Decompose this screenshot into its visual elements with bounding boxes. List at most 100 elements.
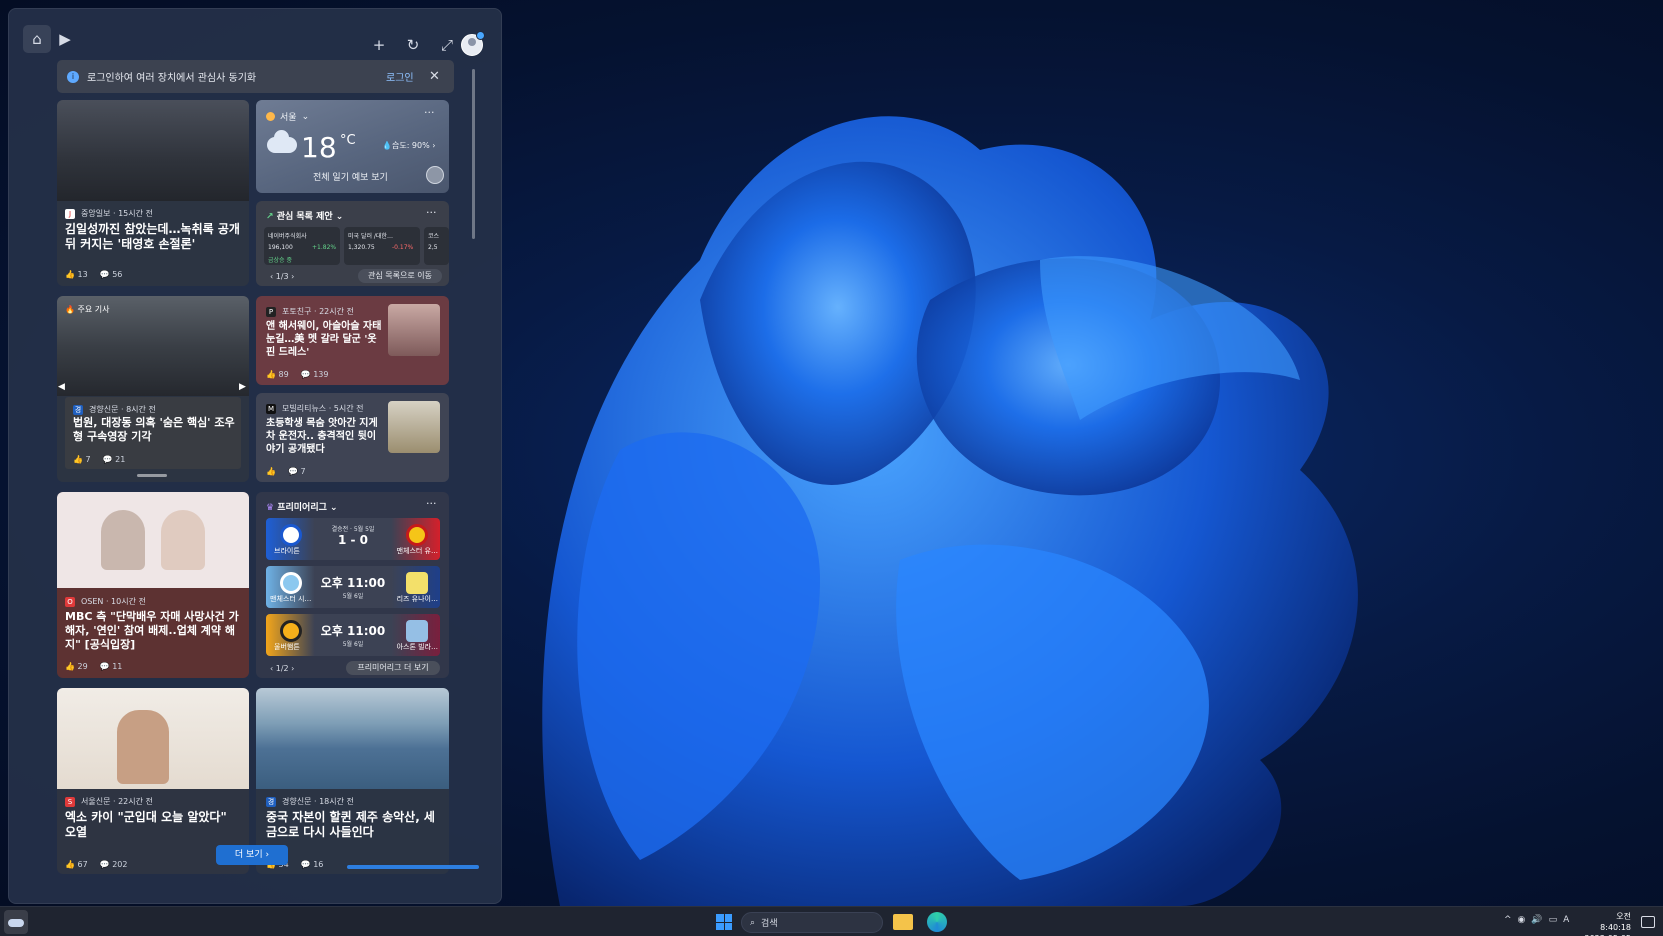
see-more-button[interactable]: 더 보기 ›	[216, 845, 288, 865]
news-source: P 포토친구 · 22시간 전	[266, 306, 354, 317]
comment-count-value: 7	[300, 467, 306, 476]
news-thumbnail	[388, 401, 440, 453]
source-label: 경향신문 · 18시간 전	[282, 797, 354, 806]
news-card[interactable]: P 포토친구 · 22시간 전 앤 해서웨이, 아슬아슬 자태 눈길…美 멧 갈…	[256, 296, 449, 385]
like-count[interactable]: 👍 29	[65, 662, 88, 671]
news-photo	[57, 688, 249, 789]
refresh-button[interactable]: ↻	[399, 31, 427, 59]
chevron-left-icon[interactable]: ◀	[58, 382, 65, 392]
news-headline[interactable]: 중국 자본이 할퀸 제주 송악산, 세금으로 다시 사들인다	[266, 810, 442, 840]
chevron-up-icon[interactable]: ^	[1504, 915, 1512, 925]
man-united-logo-icon	[406, 524, 428, 546]
more-options-icon[interactable]: ···	[426, 497, 437, 510]
comment-count[interactable]: 💬 139	[301, 370, 329, 379]
watchlist-pager[interactable]: ‹ 1/3 ›	[270, 272, 294, 281]
news-card[interactable]: O OSEN · 10시간 전 MBC 측 "단막배우 자매 사망사건 가해자,…	[57, 492, 249, 678]
top-story-card[interactable]: 🔥 주요 기사 ◀ ▶ 경 경향신문 · 8시간 전 법원, 대장동 의혹 '숨…	[57, 296, 249, 482]
comment-count-value: 56	[112, 270, 123, 279]
like-count[interactable]: 👍 13	[65, 270, 88, 279]
comment-count[interactable]: 💬 56	[100, 270, 123, 279]
comment-count[interactable]: 💬 11	[100, 662, 123, 671]
premier-league-more-button[interactable]: 프리미어리그 더 보기	[346, 661, 440, 675]
premier-league-title[interactable]: ♛ 프리미어리그 ⌄	[266, 500, 338, 513]
see-more-label: 더 보기	[234, 850, 263, 860]
actor-photo	[101, 510, 145, 570]
network-icon[interactable]: ◉	[1518, 915, 1526, 925]
story-text-box: 경 경향신문 · 8시간 전 법원, 대장동 의혹 '숨은 핵심' 조우형 구속…	[65, 397, 241, 469]
close-icon[interactable]: ✕	[429, 69, 440, 84]
clock[interactable]: 오전 8:40:18 2023-05-05	[1583, 911, 1632, 936]
forecast-link[interactable]: 전체 일기 예보 보기	[313, 170, 388, 183]
login-link[interactable]: 로그인	[386, 69, 414, 84]
news-headline[interactable]: 김일성까진 참았는데…녹취록 공개 뒤 커지는 '태영호 손절론'	[65, 222, 241, 252]
source-label: 경향신문 · 8시간 전	[89, 405, 156, 414]
news-card[interactable]: J 중앙일보 · 15시간 전 김일성까진 참았는데…녹취록 공개 뒤 커지는 …	[57, 100, 249, 286]
like-count[interactable]: 👍 67	[65, 860, 88, 869]
match-row[interactable]: 울버햄튼 오후 11:00 5월 6일 아스톤 빌라…	[266, 614, 440, 656]
sun-icon	[266, 112, 275, 121]
notification-icon[interactable]	[1641, 916, 1655, 928]
weather-widget[interactable]: 서울 ⌄ ··· 18 °C 💧습도: 90% › 전체 일기 예보 보기	[256, 100, 449, 193]
humidity[interactable]: 💧습도: 90% ›	[382, 140, 435, 151]
pager-label: 1/3	[275, 272, 289, 281]
taskbar-search[interactable]: ⌕ 검색	[741, 912, 883, 933]
stock-tile[interactable]: 미국 달러 /대한… 1,320.75 -0.17%	[344, 227, 420, 265]
source-logo-icon: J	[65, 208, 75, 219]
home-icon[interactable]: ⌂	[23, 25, 51, 53]
premier-league-widget[interactable]: ♛ 프리미어리그 ⌄ ··· 브라이튼 결승전 · 5월 5일 1 - 0 맨체…	[256, 492, 449, 678]
display-icon[interactable]: ▭	[1549, 915, 1558, 925]
news-source: S 서울신문 · 22시간 전	[65, 796, 153, 807]
video-icon[interactable]: ▶	[51, 25, 79, 53]
volume-icon[interactable]: 🔊	[1531, 915, 1542, 925]
more-options-icon[interactable]: ···	[426, 206, 437, 219]
like-count[interactable]: 👍	[266, 467, 276, 476]
watchlist-title[interactable]: ↗ 관심 목록 제안 ⌄	[266, 209, 343, 222]
match-row[interactable]: 브라이튼 결승전 · 5월 5일 1 - 0 맨체스터 유…	[266, 518, 440, 560]
carousel-dots[interactable]	[137, 474, 167, 477]
news-reactions: 👍 7 💬 21	[73, 455, 125, 464]
premier-league-pager[interactable]: ‹ 1/2 ›	[270, 664, 294, 673]
expand-button[interactable]: ⤢	[433, 31, 461, 59]
more-options-icon[interactable]: ···	[424, 106, 435, 119]
match-score: 1 - 0	[337, 533, 369, 547]
news-headline[interactable]: 앤 해서웨이, 아슬아슬 자태 눈길…美 멧 갈라 달군 '옷핀 드레스'	[266, 320, 384, 359]
watchlist-go-button[interactable]: 관심 목록으로 이동	[358, 269, 442, 283]
panel-scrollbar[interactable]	[472, 69, 475, 239]
source-logo-icon: P	[266, 306, 276, 317]
widgets-weather-icon[interactable]	[4, 910, 28, 934]
match-status: 결승전 · 5월 5일	[331, 526, 375, 533]
like-count[interactable]: 👍 89	[266, 370, 289, 379]
news-card[interactable]: M 모빌리티뉴스 · 5시간 전 초등학생 목숨 앗아간 지게차 운전자.. 충…	[256, 393, 449, 482]
notification-badge	[476, 31, 485, 40]
weather-location[interactable]: 서울 ⌄	[266, 110, 309, 123]
actress-photo	[161, 510, 205, 570]
comment-count[interactable]: 💬 7	[288, 467, 306, 476]
trend-icon: ↗	[266, 212, 274, 222]
match-time: 오후 11:00	[320, 624, 386, 638]
person-photo	[117, 710, 169, 784]
ime-indicator[interactable]: A	[1563, 915, 1569, 925]
leeds-logo-icon	[406, 572, 428, 594]
edge-browser-icon[interactable]	[927, 912, 947, 932]
file-explorer-icon[interactable]	[893, 914, 913, 930]
comment-count[interactable]: 💬 202	[100, 860, 128, 869]
scroll-progress-bar	[347, 865, 479, 869]
source-logo-icon: 경	[266, 796, 276, 807]
match-row[interactable]: 맨체스터 시… 오후 11:00 5월 6일 리즈 유나이…	[266, 566, 440, 608]
stock-tile[interactable]: 코스 2,5	[424, 227, 449, 265]
news-headline[interactable]: MBC 측 "단막배우 자매 사망사건 가해자, '연인' 참여 배제..업체 …	[65, 610, 243, 652]
stock-change: -0.17%	[392, 244, 414, 251]
add-widget-button[interactable]: +	[365, 31, 393, 59]
news-headline[interactable]: 법원, 대장동 의혹 '숨은 핵심' 조우형 구속영장 기각	[73, 416, 235, 444]
source-label: 모빌리티뉴스 · 5시간 전	[282, 404, 364, 413]
comment-count[interactable]: 💬 21	[103, 455, 126, 464]
comment-count[interactable]: 💬 16	[301, 860, 324, 869]
news-headline[interactable]: 초등학생 목숨 앗아간 지게차 운전자.. 충격적인 뒷이야기 공개됐다	[266, 417, 384, 456]
source-label: 중앙일보 · 15시간 전	[81, 209, 153, 218]
like-count[interactable]: 👍 7	[73, 455, 91, 464]
stock-tile[interactable]: 네이버주식회사 196,100 +1.82% 금상승 중	[264, 227, 340, 265]
news-headline[interactable]: 엑소 카이 "군입대 오늘 알았다" 오열	[65, 810, 241, 840]
chevron-right-icon[interactable]: ▶	[239, 382, 246, 392]
watchlist-widget[interactable]: ↗ 관심 목록 제안 ⌄ ··· 네이버주식회사 196,100 +1.82% …	[256, 201, 449, 286]
start-icon[interactable]	[716, 914, 732, 930]
